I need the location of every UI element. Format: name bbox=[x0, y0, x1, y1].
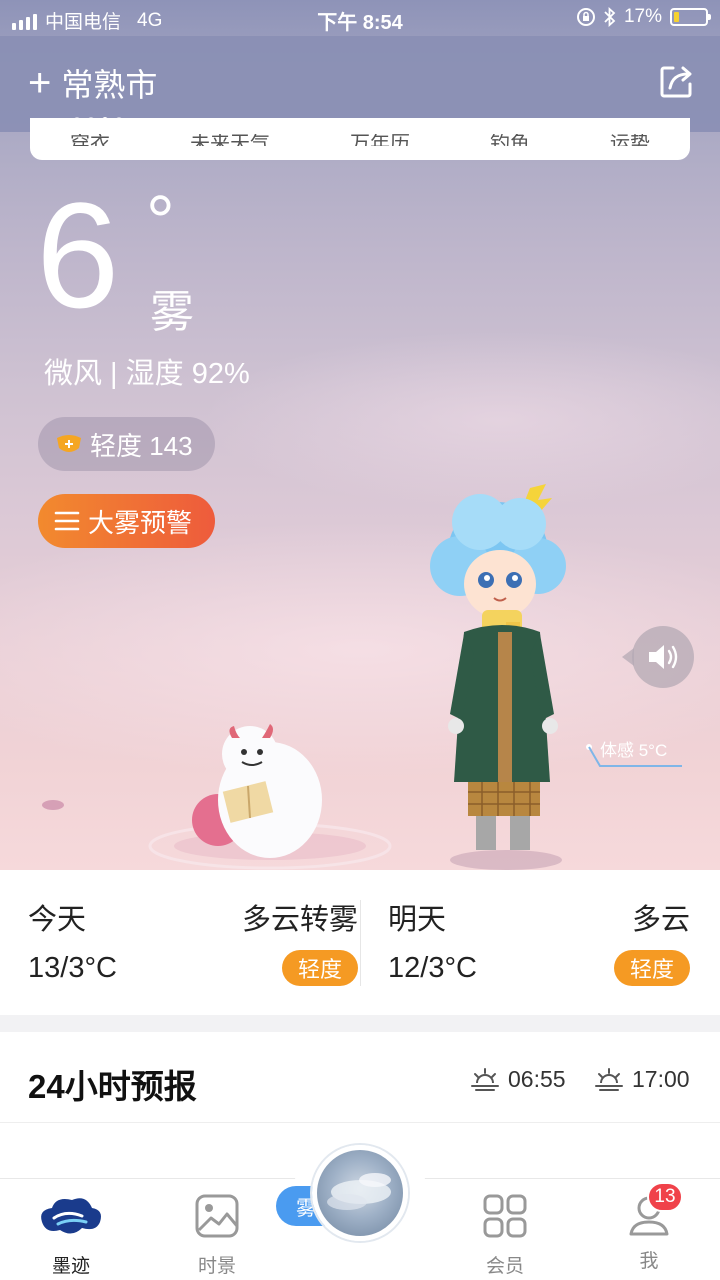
mask-icon bbox=[57, 435, 81, 452]
center-weather-button[interactable] bbox=[312, 1145, 408, 1241]
two-day-forecast: 今天 多云转雾 13/3°C 轻度 明天 多云 12/3°C 轻度 bbox=[0, 870, 720, 1015]
page-dot bbox=[116, 117, 122, 123]
forecast-range: 12/3°C bbox=[388, 952, 477, 984]
wind-humidity: 微风 | 湿度 92% bbox=[44, 358, 250, 390]
sunrise-time: 06:55 bbox=[508, 1066, 566, 1092]
warning-label: 大雾预警 bbox=[88, 507, 193, 538]
tab-clothing[interactable]: 穿衣 bbox=[70, 134, 110, 146]
status-bar: 中国电信 4G 下午 8:54 17% bbox=[0, 0, 720, 36]
tab-fortune[interactable]: 运势 bbox=[610, 134, 650, 146]
nav-item-moji[interactable]: 墨迹 bbox=[16, 1192, 126, 1278]
nav-item-me[interactable]: 13 我 bbox=[594, 1182, 704, 1273]
hourly-title: 24小时预报 bbox=[28, 1068, 197, 1105]
current-condition: 雾 bbox=[150, 288, 194, 337]
tab-fishing[interactable]: 钓鱼 bbox=[490, 134, 530, 146]
forecast-divider bbox=[360, 900, 361, 986]
forecast-desc: 多云 bbox=[631, 904, 690, 936]
forecast-range: 13/3°C bbox=[28, 952, 117, 984]
yeti-mascot bbox=[148, 724, 392, 870]
tab-calendar[interactable]: 万年历 bbox=[350, 134, 410, 146]
sunrise-info: 06:55 bbox=[470, 1066, 566, 1093]
lock-rotation-icon bbox=[576, 8, 595, 26]
sunset-time: 17:00 bbox=[632, 1066, 690, 1092]
moji-cloud-icon bbox=[41, 1198, 101, 1234]
battery-icon bbox=[670, 8, 711, 26]
forecast-desc: 多云转雾 bbox=[241, 904, 358, 936]
page-dot bbox=[74, 117, 80, 123]
nav-item-member[interactable]: 会员 bbox=[450, 1192, 560, 1278]
city-name: 常熟市 bbox=[61, 67, 158, 103]
tab-future-weather[interactable]: 未来天气 bbox=[190, 134, 270, 146]
forecast-day: 明天 bbox=[388, 904, 447, 936]
degree-symbol: ° bbox=[146, 182, 175, 262]
notification-badge: 13 bbox=[647, 1182, 683, 1212]
fog-warning-button[interactable]: 大雾预警 bbox=[38, 494, 215, 548]
feature-tabs: 穿衣 未来天气 万年历 钓鱼 运势 bbox=[30, 118, 690, 160]
nav-label: 时景 bbox=[197, 1256, 236, 1277]
city-selector[interactable]: + 常熟市 bbox=[28, 60, 157, 106]
battery-percent: 17% bbox=[623, 6, 662, 27]
page-indicator bbox=[74, 117, 122, 123]
weather-character[interactable] bbox=[410, 482, 610, 872]
feels-like-temp: 体感 5°C bbox=[600, 741, 668, 760]
forecast-today[interactable]: 今天 多云转雾 13/3°C 轻度 bbox=[28, 870, 358, 1015]
page-dot-active bbox=[102, 117, 108, 123]
voice-broadcast-button[interactable] bbox=[622, 626, 694, 688]
photo-icon bbox=[195, 1194, 239, 1238]
nav-item-scenery[interactable]: 时景 bbox=[162, 1192, 272, 1278]
sunset-info: 17:00 bbox=[594, 1066, 690, 1093]
sunset-icon bbox=[595, 1067, 623, 1091]
nav-label: 会员 bbox=[485, 1256, 524, 1277]
cloudy-sky-icon bbox=[327, 1173, 391, 1210]
nav-label: 墨迹 bbox=[51, 1256, 90, 1277]
share-icon[interactable] bbox=[658, 62, 696, 100]
page-dot bbox=[88, 117, 94, 123]
current-temperature: 6 bbox=[36, 171, 120, 339]
profile-icon-wrap: 13 bbox=[625, 1182, 683, 1240]
forecast-aqi-badge: 轻度 bbox=[614, 950, 690, 986]
forecast-tomorrow[interactable]: 明天 多云 12/3°C 轻度 bbox=[388, 870, 690, 1015]
plus-icon[interactable]: + bbox=[28, 63, 51, 103]
aqi-pill[interactable]: 轻度 143 bbox=[38, 417, 215, 471]
menu-lines-icon bbox=[54, 511, 80, 531]
forecast-day: 今天 bbox=[28, 904, 87, 936]
pebble-decoration bbox=[42, 800, 64, 810]
sunrise-icon bbox=[471, 1067, 499, 1091]
forecast-aqi-badge: 轻度 bbox=[282, 950, 358, 986]
bluetooth-icon bbox=[604, 7, 616, 27]
divider bbox=[0, 1122, 720, 1123]
aqi-label: 轻度 143 bbox=[90, 430, 193, 461]
nav-label: 我 bbox=[639, 1251, 659, 1272]
grid-icon bbox=[483, 1194, 527, 1238]
speaker-icon bbox=[649, 645, 678, 669]
